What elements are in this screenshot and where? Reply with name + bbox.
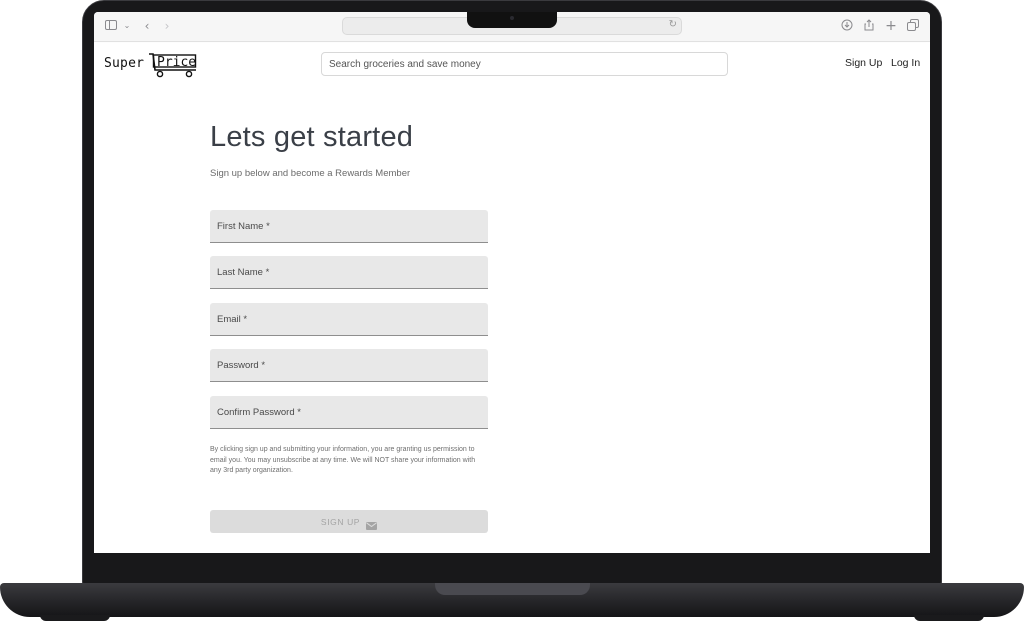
email-label: Email * [217, 314, 248, 325]
nav-login-link[interactable]: Log In [891, 57, 920, 69]
download-icon[interactable] [840, 19, 854, 33]
last-name-field[interactable]: Last Name * [210, 256, 488, 289]
new-tab-icon[interactable]: + [884, 19, 898, 33]
camera-icon [510, 16, 514, 20]
reload-icon[interactable]: ↻ [669, 19, 677, 30]
page-title: Lets get started [210, 121, 414, 153]
signup-button-label: SIGN UP [320, 516, 361, 527]
laptop-mockup: ⌄ ‹ › localhost ↻ + Super [0, 0, 1024, 624]
page-subtitle: Sign up below and become a Rewards Membe… [210, 168, 411, 179]
camera-notch [467, 12, 557, 28]
logo-prefix: Super [104, 56, 145, 71]
nav-signup-link[interactable]: Sign Up [845, 57, 882, 69]
email-field[interactable]: Email * [210, 303, 488, 336]
forward-icon[interactable]: › [160, 19, 174, 33]
mail-icon [366, 518, 378, 530]
site-header: Super Price Sign Up Log In [94, 43, 930, 85]
chevron-down-icon[interactable]: ⌄ [120, 19, 134, 33]
tabs-overview-icon[interactable] [906, 19, 920, 33]
laptop-hinge [435, 583, 590, 595]
password-label: Password * [217, 360, 266, 371]
cart-logo-icon: Price [148, 52, 202, 83]
consent-disclaimer: By clicking sign up and submitting your … [210, 446, 476, 474]
search-input[interactable] [321, 52, 728, 76]
superprice-logo[interactable]: Super Price [104, 50, 204, 78]
last-name-label: Last Name * [217, 267, 270, 278]
confirm-password-field[interactable]: Confirm Password * [210, 396, 488, 429]
laptop-foot [40, 615, 110, 621]
confirm-password-label: Confirm Password * [217, 407, 301, 418]
back-icon[interactable]: ‹ [140, 19, 154, 33]
password-field[interactable]: Password * [210, 349, 488, 382]
laptop-foot [914, 615, 984, 621]
signup-page: Lets get started Sign up below and becom… [94, 85, 930, 553]
browser-window: ⌄ ‹ › localhost ↻ + Super [94, 12, 930, 553]
first-name-label: First Name * [217, 221, 270, 232]
sidebar-icon[interactable] [104, 19, 118, 33]
first-name-field[interactable]: First Name * [210, 210, 488, 243]
logo-boxed-text: Price [157, 55, 197, 70]
signup-button[interactable]: SIGN UP [210, 510, 488, 533]
share-icon[interactable] [862, 19, 876, 33]
